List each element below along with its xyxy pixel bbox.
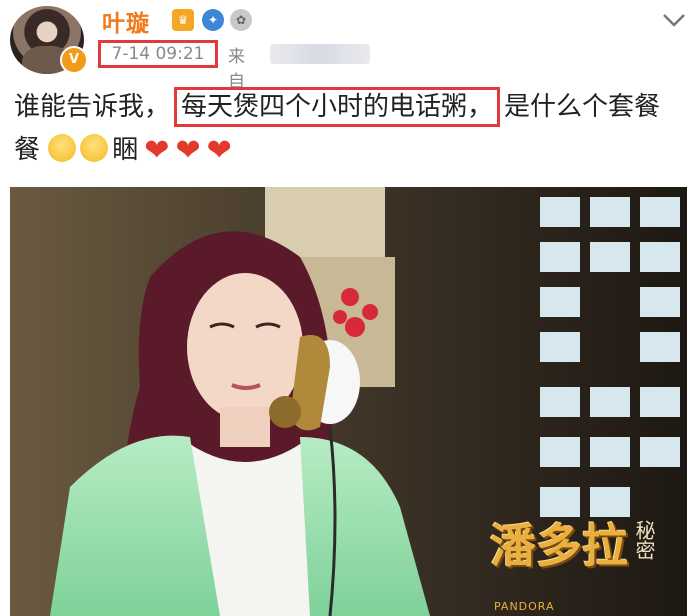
crown-badge-icon[interactable]: ♛ [172, 9, 194, 31]
username[interactable]: 叶璇 [102, 4, 150, 38]
post-text-middle: 是什么个套餐 [504, 92, 661, 122]
watermark-subtitle: PANDORA [494, 600, 555, 613]
medal-badge-icon[interactable]: ✿ [230, 9, 252, 31]
source-client-blurred [270, 44, 370, 64]
source-label: 来自 [228, 47, 245, 92]
heart-icon: ❤ [175, 133, 201, 168]
post-text: 谁能告诉我， 每天煲四个小时的电话粥， 是什么个套餐 餐 睏 ❤ ❤ ❤ [14, 86, 686, 172]
post-text-start: 谁能告诉我， [14, 92, 171, 122]
compass-badge-icon[interactable]: ✦ [202, 9, 224, 31]
sleepy-emoji-icon [80, 134, 109, 162]
watermark-title: 潘多拉 [490, 519, 628, 573]
verified-badge-icon: V [60, 46, 88, 74]
scared-emoji-icon [48, 134, 77, 162]
post-text-highlight: 每天煲四个小时的电话粥， [174, 87, 501, 127]
chevron-down-icon[interactable] [660, 10, 688, 30]
post-text-end: 睏 [112, 135, 139, 165]
heart-icon: ❤ [206, 133, 232, 168]
post-timestamp[interactable]: 7-14 09:21 [98, 40, 218, 68]
heart-icon: ❤ [144, 133, 170, 168]
watermark-side-text: 秘密 [632, 520, 656, 560]
post-text-continued: 餐 [14, 135, 41, 165]
